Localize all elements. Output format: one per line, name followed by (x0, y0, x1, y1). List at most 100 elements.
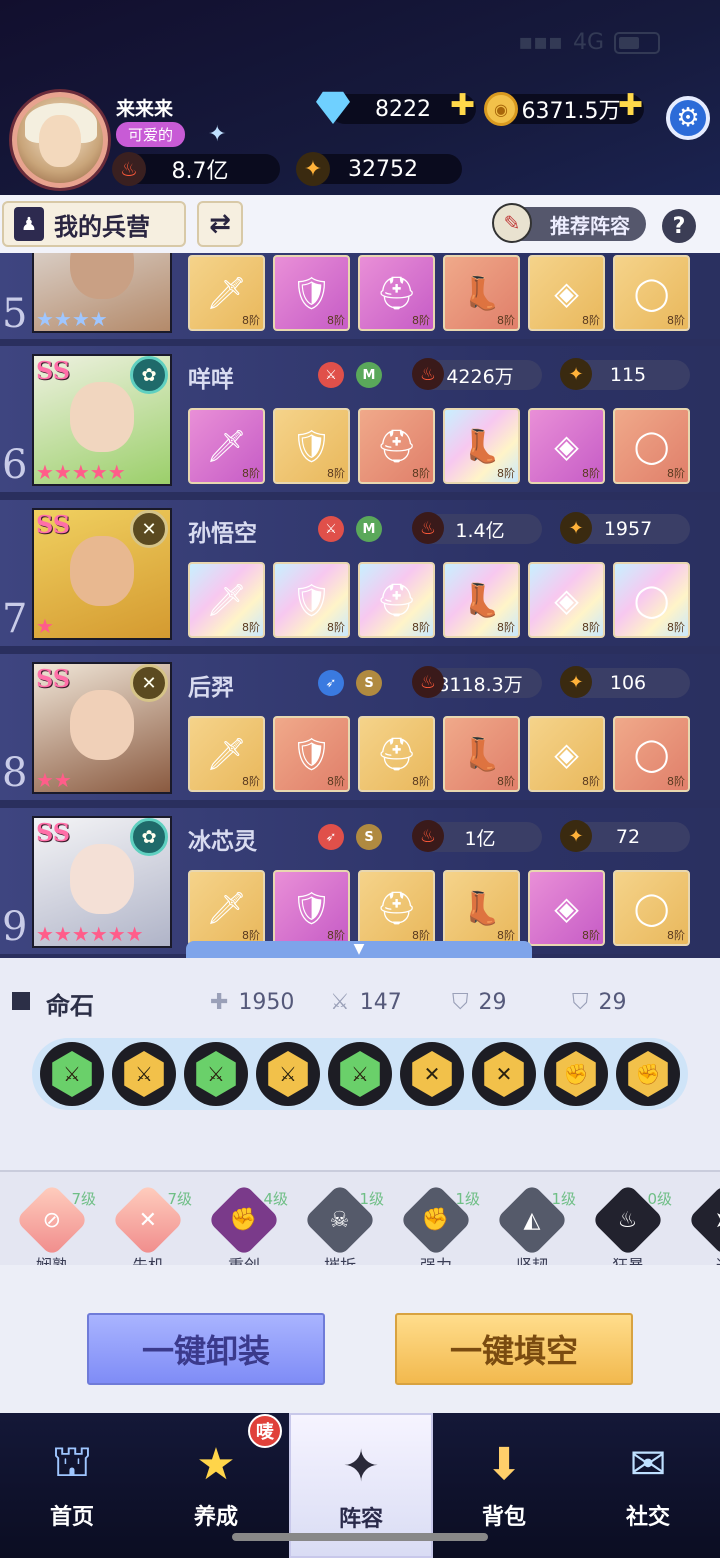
equip-ring-slot[interactable]: ◯ 8阶 (613, 408, 690, 484)
skill-type-badge[interactable]: S (356, 824, 382, 850)
skill-attack-icon[interactable]: ➶ (318, 824, 344, 850)
player-avatar[interactable] (12, 92, 108, 188)
skill-attack-icon[interactable]: ➶ (318, 670, 344, 696)
equip-sword-slot[interactable]: 🗡 8阶 (188, 408, 265, 484)
hero-portrait[interactable]: SS ✕ ★ (32, 508, 172, 640)
hero-row[interactable]: 7 SS ✕ ★ 孙悟空 ⚔ M ♨ 1.4亿 ✦ 1957 🗡 8阶 🛡 8阶 ⛑ 8阶… (0, 500, 720, 646)
fill-all-button[interactable]: 一键填空 (395, 1313, 633, 1385)
hero-portrait[interactable]: SS ✕ ★★ (32, 662, 172, 794)
notification-badge: 唛 (248, 1414, 282, 1448)
skill-type-badge[interactable]: M (356, 516, 382, 542)
equip-amulet-slot[interactable]: ◈ 8阶 (528, 255, 605, 331)
player-name: 来来来 (116, 98, 174, 120)
boots-icon: 👢 (461, 581, 502, 619)
signal-icon: ▪▪▪ (518, 30, 563, 55)
trait-item[interactable]: ⊘ 7级 娴熟 (4, 1183, 100, 1265)
nav-home[interactable]: ⛫ 首页 (0, 1413, 144, 1558)
equip-ring-slot[interactable]: ◯ 8阶 (613, 255, 690, 331)
recommend-lineup-button[interactable]: ✎ 推荐阵容 (492, 203, 646, 243)
life-stone[interactable]: ⚔ (40, 1042, 104, 1106)
hero-row[interactable]: 9 SS ✿ ★★★★★★ 冰芯灵 ➶ S ♨ 1亿 ✦ 72 🗡 8阶 🛡 8阶 ⛑ 8… (0, 808, 720, 954)
armor-icon: 🛡 (291, 581, 332, 619)
equip-boots-slot[interactable]: 👢 8阶 (443, 870, 520, 946)
equip-armor-slot[interactable]: 🛡 8阶 (273, 255, 350, 331)
equip-helmet-slot[interactable]: ⛑ 8阶 (358, 408, 435, 484)
swap-button[interactable]: ⇄ (197, 201, 243, 247)
add-gold-button[interactable]: ✚ (618, 88, 643, 123)
equip-armor-slot[interactable]: 🛡 8阶 (273, 716, 350, 792)
skill-type-badge[interactable]: S (356, 670, 382, 696)
add-diamond-button[interactable]: ✚ (450, 88, 475, 123)
equip-boots-slot[interactable]: 👢 8阶 (443, 408, 520, 484)
hero-level: ✦ 1957 (560, 512, 690, 544)
hero-row[interactable]: 6 SS ✿ ★★★★★ 咩咩 ⚔ M ♨ 4226万 ✦ 115 🗡 8阶 🛡 8阶 … (0, 346, 720, 492)
equip-boots-slot[interactable]: 👢 8阶 (443, 562, 520, 638)
equip-helmet-slot[interactable]: ⛑ 8阶 (358, 870, 435, 946)
equip-helmet-slot[interactable]: ⛑ 8阶 (358, 562, 435, 638)
my-barracks-button[interactable]: ♟ 我的兵营 (2, 201, 186, 247)
life-stone[interactable]: ⚔ (328, 1042, 392, 1106)
equip-armor-slot[interactable]: 🛡 8阶 (273, 408, 350, 484)
equip-boots-slot[interactable]: 👢 8阶 (443, 716, 520, 792)
skill-attack-icon[interactable]: ⚔ (318, 516, 344, 542)
trait-item[interactable]: ♨ 0级 狂暴 (580, 1183, 676, 1265)
nav-social[interactable]: ✉ 社交 (576, 1413, 720, 1558)
equip-armor-slot[interactable]: 🛡 8阶 (273, 870, 350, 946)
equip-boots-slot[interactable]: 👢 8阶 (443, 255, 520, 331)
equip-amulet-slot[interactable]: ◈ 8阶 (528, 408, 605, 484)
unequip-all-button[interactable]: 一键卸装 (87, 1313, 325, 1385)
life-stone[interactable]: ✊ (544, 1042, 608, 1106)
hero-lineup-list[interactable]: 5 ★★★★ 🗡 8阶 🛡 8阶 ⛑ 8阶 👢 8阶 ◈ 8阶 ◯ 8阶 6 SS ✿ ★★… (0, 253, 720, 958)
trait-item[interactable]: ➤ 迅 (676, 1183, 720, 1265)
equip-ring-slot[interactable]: ◯ 8阶 (613, 716, 690, 792)
equip-helmet-slot[interactable]: ⛑ 8阶 (358, 716, 435, 792)
equip-armor-slot[interactable]: 🛡 8阶 (273, 562, 350, 638)
life-stone[interactable]: ✕ (400, 1042, 464, 1106)
defense-stat: ⛉ 29 (452, 990, 507, 1015)
equip-sword-slot[interactable]: 🗡 8阶 (188, 870, 265, 946)
life-stone[interactable]: ⚔ (256, 1042, 320, 1106)
equip-helmet-slot[interactable]: ⛑ 8阶 (358, 255, 435, 331)
hero-row[interactable]: 5 ★★★★ 🗡 8阶 🛡 8阶 ⛑ 8阶 👢 8阶 ◈ 8阶 ◯ 8阶 (0, 253, 720, 339)
equip-amulet-slot[interactable]: ◈ 8阶 (528, 716, 605, 792)
trait-item[interactable]: ✕ 7级 先机 (100, 1183, 196, 1265)
skill-type-badge[interactable]: M (356, 362, 382, 388)
settings-gear-icon[interactable]: ⚙ (666, 96, 710, 140)
equip-sword-slot[interactable]: 🗡 8阶 (188, 562, 265, 638)
sword-stone-icon: ⚔ (124, 1051, 164, 1097)
equip-amulet-slot[interactable]: ◈ 8阶 (528, 870, 605, 946)
equip-sword-slot[interactable]: 🗡 8阶 (188, 716, 265, 792)
recommend-label: 推荐阵容 (550, 213, 630, 238)
life-stone[interactable]: ⚔ (112, 1042, 176, 1106)
resist-stat: ⛉ 29 (572, 990, 627, 1015)
equip-amulet-slot[interactable]: ◈ 8阶 (528, 562, 605, 638)
help-button[interactable]: ? (662, 209, 696, 243)
equip-sword-slot[interactable]: 🗡 8阶 (188, 255, 265, 331)
equip-ring-slot[interactable]: ◯ 8阶 (613, 562, 690, 638)
develop-star-icon: ★ (196, 1438, 236, 1490)
life-stone[interactable]: ⚔ (184, 1042, 248, 1106)
amulet-icon: ◈ (554, 735, 579, 773)
hero-name: 冰芯灵 (188, 829, 257, 855)
life-stone[interactable]: ✊ (616, 1042, 680, 1106)
trait-item[interactable]: ✊ 4级 重创 (196, 1183, 292, 1265)
hero-portrait[interactable]: SS ✿ ★★★★★★ (32, 816, 172, 948)
fire-icon: ♨ (412, 512, 444, 544)
hero-portrait[interactable]: SS ✿ ★★★★★ (32, 354, 172, 486)
skill-attack-icon[interactable]: ⚔ (318, 362, 344, 388)
fire-icon: ♨ (412, 358, 444, 390)
hero-portrait[interactable]: ★★★★ (32, 253, 172, 333)
player-title-tag[interactable]: 可爱的 (116, 122, 186, 147)
hero-row[interactable]: 8 SS ✕ ★★ 后羿 ➶ S ♨ 8118.3万 ✦ 106 🗡 8阶 🛡 8阶 ⛑… (0, 654, 720, 800)
trait-item[interactable]: ✊ 1级 强力 (388, 1183, 484, 1265)
trait-item[interactable]: ☠ 1级 摧折 (292, 1183, 388, 1265)
hp-stat: ✚ 1950 (210, 990, 295, 1015)
lineup-compass-icon: ✦ (342, 1440, 380, 1492)
home-indicator[interactable] (232, 1533, 488, 1541)
trait-bar[interactable]: ⊘ 7级 娴熟 ✕ 7级 先机 ✊ 4级 重创 ☠ 1级 摧折 ✊ 1级 强力 … (0, 1170, 720, 1265)
life-stone[interactable]: ✕ (472, 1042, 536, 1106)
hero-power: ♨ 8118.3万 (412, 666, 542, 698)
equip-ring-slot[interactable]: ◯ 8阶 (613, 870, 690, 946)
collapse-handle[interactable]: ▼ (186, 941, 532, 958)
trait-item[interactable]: ◭ 1级 坚韧 (484, 1183, 580, 1265)
